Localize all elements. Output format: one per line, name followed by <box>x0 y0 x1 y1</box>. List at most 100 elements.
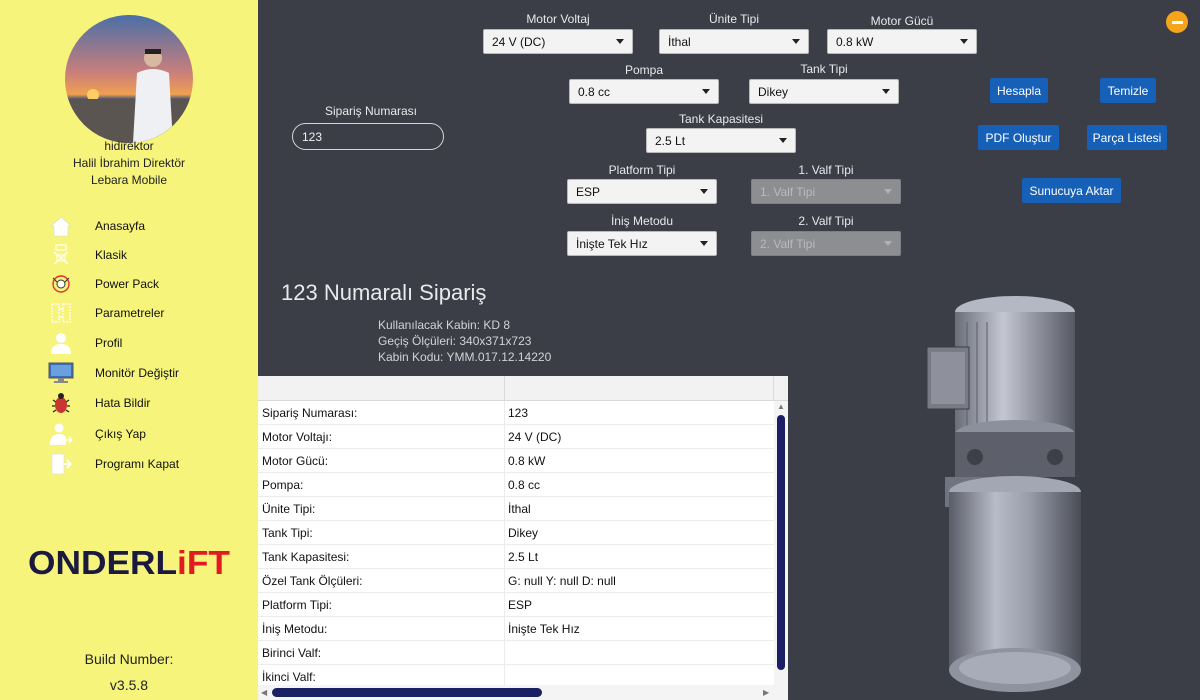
user-company: Lebara Mobile <box>90 173 168 187</box>
row-field-value: 0.8 kW <box>508 454 546 468</box>
hydraulic-power-unit-image <box>915 292 1085 700</box>
row-field-value: Dikey <box>508 526 539 540</box>
column-divider <box>504 521 505 545</box>
motor-voltage-label: Motor Voltaj <box>526 12 590 26</box>
column-divider <box>504 593 505 617</box>
parts-list-button[interactable]: Parça Listesi <box>1087 125 1167 150</box>
sidebar-item-anasayfa[interactable]: Anasayfa <box>48 213 248 239</box>
table-row[interactable]: İniş Metodu: İnişte Tek Hız <box>258 617 774 641</box>
bug-icon <box>48 390 74 416</box>
scroll-right-icon[interactable]: ▶ <box>763 688 769 697</box>
column-divider <box>504 641 505 665</box>
row-field-label: Pompa: <box>262 478 304 492</box>
row-field-value: 24 V (DC) <box>508 430 562 444</box>
valve2-type-value: 2. Valf Tipi <box>760 236 816 251</box>
sidebar-item-monitor-degistir[interactable]: Monitör Değiştir <box>48 360 248 386</box>
order-number-input[interactable] <box>292 123 444 150</box>
monitor-icon <box>48 360 74 386</box>
table-row[interactable]: Özel Tank Ölçüleri: G: null Y: null D: nu… <box>258 569 774 593</box>
descent-method-value: İnişte Tek Hız <box>576 236 648 251</box>
exit-app-icon <box>48 451 74 477</box>
pump-value: 0.8 cc <box>578 84 611 99</box>
scroll-left-icon[interactable]: ◀ <box>261 688 267 697</box>
logout-icon <box>48 421 74 447</box>
table-row[interactable]: Ünite Tipi: İthal <box>258 497 774 521</box>
onderlift-logo: ONDERL iFT <box>28 544 230 581</box>
tank-capacity-label: Tank Kapasitesi <box>678 112 764 126</box>
table-row[interactable]: Tank Kapasitesi: 2.5 Lt <box>258 545 774 569</box>
parameters-icon <box>48 300 74 326</box>
chevron-down-icon <box>882 89 890 94</box>
cabin-code-info: Kabin Kodu: YMM.017.12.14220 <box>378 350 552 364</box>
table-header <box>258 376 788 401</box>
motor-power-select[interactable]: 0.8 kW <box>827 29 977 54</box>
calculate-button[interactable]: Hesapla <box>990 78 1048 103</box>
table-row[interactable]: Birinci Valf: <box>258 641 774 665</box>
user-full-name: Halil İbrahim Direktör <box>72 156 186 170</box>
table-row[interactable]: Motor Voltajı: 24 V (DC) <box>258 425 774 449</box>
valve2-type-label: 2. Valf Tipi <box>798 214 854 228</box>
tank-type-select[interactable]: Dikey <box>749 79 899 104</box>
sidebar: hidirektor Halil İbrahim Direktör Lebara… <box>0 0 258 700</box>
column-header-field[interactable] <box>258 376 505 401</box>
table-row[interactable]: Platform Tipi: ESP <box>258 593 774 617</box>
chevron-down-icon <box>884 241 892 246</box>
scroll-up-icon[interactable]: ▲ <box>777 402 785 411</box>
sidebar-item-klasik[interactable]: Klasik <box>48 242 248 268</box>
descent-method-label: İniş Metodu <box>610 214 674 228</box>
sidebar-item-label: Çıkış Yap <box>95 427 146 441</box>
table-row[interactable]: Tank Tipi: Dikey <box>258 521 774 545</box>
row-field-value: G: null Y: null D: null <box>508 574 616 588</box>
sidebar-item-label: Klasik <box>95 248 128 262</box>
sidebar-item-power-pack[interactable]: Power Pack <box>48 271 248 297</box>
column-header-value[interactable] <box>505 376 774 401</box>
sidebar-item-profil[interactable]: Profil <box>48 330 248 356</box>
valve1-type-value: 1. Valf Tipi <box>760 184 816 199</box>
row-field-label: Motor Voltajı: <box>262 430 333 444</box>
chevron-down-icon <box>884 189 892 194</box>
chevron-down-icon <box>960 39 968 44</box>
order-number-label: Sipariş Numarası <box>324 104 418 118</box>
upload-server-button[interactable]: Sunucuya Aktar <box>1022 178 1121 203</box>
table-row[interactable]: Motor Gücü: 0.8 kW <box>258 449 774 473</box>
minus-icon <box>1171 20 1183 24</box>
table-row[interactable]: Pompa: 0.8 cc <box>258 473 774 497</box>
platform-type-select[interactable]: ESP <box>567 179 717 204</box>
sidebar-item-cikis-yap[interactable]: Çıkış Yap <box>48 421 248 447</box>
valve1-type-label: 1. Valf Tipi <box>798 163 854 177</box>
chevron-down-icon <box>792 39 800 44</box>
motor-voltage-value: 24 V (DC) <box>492 34 546 49</box>
order-details-table: Sipariş Numarası: 123 Motor Voltajı: 24 V (… <box>258 376 788 700</box>
sidebar-item-label: Profil <box>95 336 123 350</box>
row-field-value: ESP <box>508 598 533 612</box>
valve1-type-select: 1. Valf Tipi <box>751 179 901 204</box>
unit-type-select[interactable]: İthal <box>659 29 809 54</box>
descent-method-select[interactable]: İnişte Tek Hız <box>567 231 717 256</box>
table-row[interactable]: Sipariş Numarası: 123 <box>258 401 774 425</box>
sidebar-item-hata-bildir[interactable]: Hata Bildir <box>48 390 248 416</box>
sidebar-item-programi-kapat[interactable]: Programı Kapat <box>48 451 248 477</box>
motor-voltage-select[interactable]: 24 V (DC) <box>483 29 633 54</box>
create-pdf-button[interactable]: PDF Oluştur <box>978 125 1059 150</box>
pump-label: Pompa <box>624 63 664 77</box>
chevron-down-icon <box>700 241 708 246</box>
row-field-label: İniş Metodu: <box>262 622 328 636</box>
row-field-label: Birinci Valf: <box>262 646 322 660</box>
column-divider <box>504 449 505 473</box>
minimize-button[interactable] <box>1166 11 1188 33</box>
horizontal-scroll-thumb[interactable] <box>272 688 542 697</box>
pump-select[interactable]: 0.8 cc <box>569 79 719 104</box>
column-divider <box>504 401 505 425</box>
power-pack-icon <box>48 271 74 297</box>
horizontal-scrollbar[interactable]: ◀ ▶ <box>258 685 774 700</box>
sidebar-item-parametreler[interactable]: Parametreler <box>48 300 248 326</box>
tank-type-label: Tank Tipi <box>800 62 848 76</box>
clear-button[interactable]: Temizle <box>1100 78 1156 103</box>
vertical-scroll-thumb[interactable] <box>777 415 785 670</box>
tank-capacity-select[interactable]: 2.5 Lt <box>646 128 796 153</box>
vertical-scrollbar[interactable]: ▲ <box>774 401 788 700</box>
row-field-value: İthal <box>508 502 531 516</box>
chevron-down-icon <box>779 138 787 143</box>
sidebar-item-label: Programı Kapat <box>95 457 180 471</box>
column-divider <box>504 473 505 497</box>
